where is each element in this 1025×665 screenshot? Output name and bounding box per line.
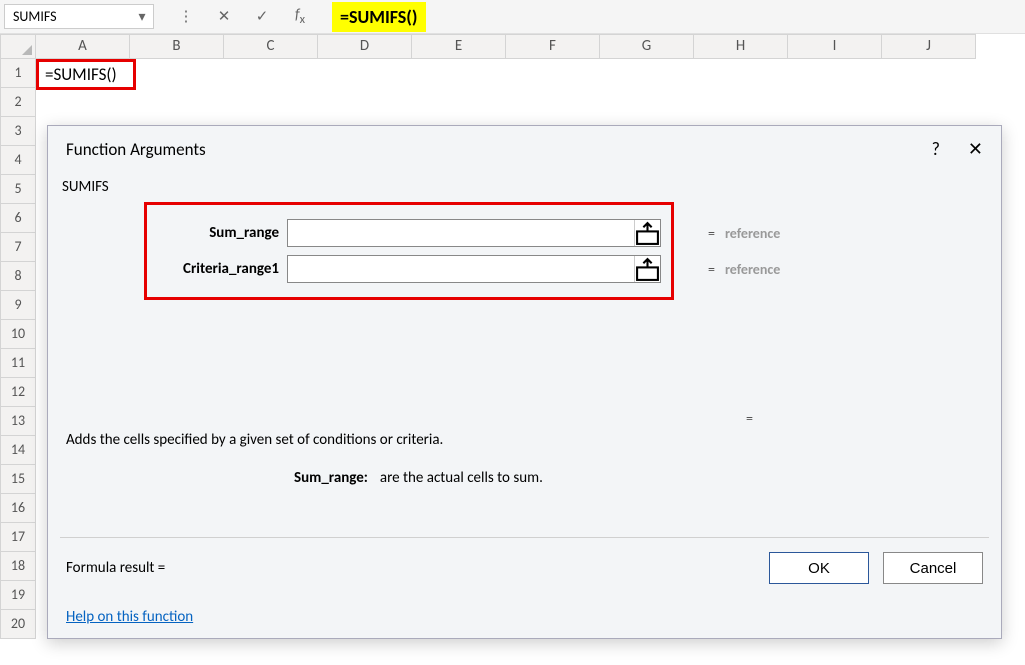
row-header[interactable]: 2 (0, 88, 36, 117)
function-arguments-dialog: Function Arguments ? ✕ SUMIFS Sum_range C… (47, 125, 1002, 639)
select-all-corner[interactable] (0, 34, 36, 59)
row-headers: 1234567891011121314151617181920 (0, 59, 36, 639)
formula-bar[interactable]: =SUMIFS() (328, 0, 1025, 33)
formula-bar-row: SUMIFS ▾ ⋮ ✕ ✓ fx =SUMIFS() (0, 0, 1025, 34)
arguments-group: Sum_range Criteria_range1 (144, 202, 674, 300)
row-header[interactable]: 5 (0, 175, 36, 204)
argument-hint: =reference (708, 215, 780, 251)
formula-result-label: Formula result = (66, 559, 165, 577)
argument-description: Sum_range: are the actual cells to sum. (294, 469, 983, 487)
column-header[interactable]: D (318, 34, 412, 59)
collapse-dialog-icon[interactable] (634, 220, 660, 246)
argument-input[interactable] (288, 220, 634, 246)
row-header[interactable]: 12 (0, 378, 36, 407)
row-header[interactable]: 7 (0, 233, 36, 262)
row-header[interactable]: 9 (0, 291, 36, 320)
column-header[interactable]: F (506, 34, 600, 59)
column-header[interactable]: A (36, 34, 130, 59)
row-header[interactable]: 8 (0, 262, 36, 291)
column-header[interactable]: G (600, 34, 694, 59)
row-header[interactable]: 14 (0, 436, 36, 465)
column-header[interactable]: J (882, 34, 976, 59)
cell-a1[interactable]: =SUMIFS() (36, 59, 136, 90)
fx-icon[interactable]: fx (290, 6, 310, 27)
row-header[interactable]: 10 (0, 320, 36, 349)
help-link[interactable]: Help on this function (66, 608, 193, 626)
name-box[interactable]: SUMIFS (7, 6, 133, 27)
dialog-title: Function Arguments (66, 139, 932, 160)
row-header[interactable]: 16 (0, 494, 36, 523)
row-header[interactable]: 19 (0, 581, 36, 610)
column-header[interactable]: C (224, 34, 318, 59)
row-header[interactable]: 4 (0, 146, 36, 175)
column-header[interactable]: E (412, 34, 506, 59)
row-header[interactable]: 15 (0, 465, 36, 494)
name-box-dropdown-icon[interactable]: ▾ (133, 8, 151, 25)
argument-label: Sum_range (157, 224, 287, 242)
close-icon[interactable]: ✕ (968, 139, 983, 160)
argument-input[interactable] (288, 256, 634, 282)
accept-formula-icon[interactable]: ✓ (252, 7, 272, 26)
function-name-label: SUMIFS (62, 178, 983, 196)
row-header[interactable]: 6 (0, 204, 36, 233)
column-header[interactable]: I (788, 34, 882, 59)
argument-row: Sum_range (157, 215, 661, 251)
column-headers: ABCDEFGHIJ (0, 34, 1025, 59)
row-header[interactable]: 1 (0, 59, 36, 88)
row-header[interactable]: 13 (0, 407, 36, 436)
function-description: Adds the cells specified by a given set … (66, 431, 983, 449)
formula-bar-text[interactable]: =SUMIFS() (332, 2, 426, 32)
dialog-help-icon[interactable]: ? (932, 138, 940, 160)
argument-hint: =reference (708, 251, 780, 287)
cancel-formula-icon[interactable]: ✕ (214, 7, 234, 26)
cancel-button[interactable]: Cancel (883, 552, 983, 584)
row-header[interactable]: 11 (0, 349, 36, 378)
column-header[interactable]: B (130, 34, 224, 59)
argument-row: Criteria_range1 (157, 251, 661, 287)
dialog-titlebar: Function Arguments ? ✕ (48, 126, 1001, 172)
row-header[interactable]: 20 (0, 610, 36, 639)
argument-label: Criteria_range1 (157, 260, 287, 278)
divider (60, 537, 989, 538)
vertical-dots-icon: ⋮ (176, 7, 196, 26)
live-result: = (746, 410, 983, 427)
ok-button[interactable]: OK (769, 552, 869, 584)
formula-controls: ⋮ ✕ ✓ fx (158, 0, 328, 33)
collapse-dialog-icon[interactable] (634, 256, 660, 282)
row-header[interactable]: 18 (0, 552, 36, 581)
row-header[interactable]: 17 (0, 523, 36, 552)
name-box-container[interactable]: SUMIFS ▾ (4, 4, 154, 29)
row-header[interactable]: 3 (0, 117, 36, 146)
column-header[interactable]: H (694, 34, 788, 59)
